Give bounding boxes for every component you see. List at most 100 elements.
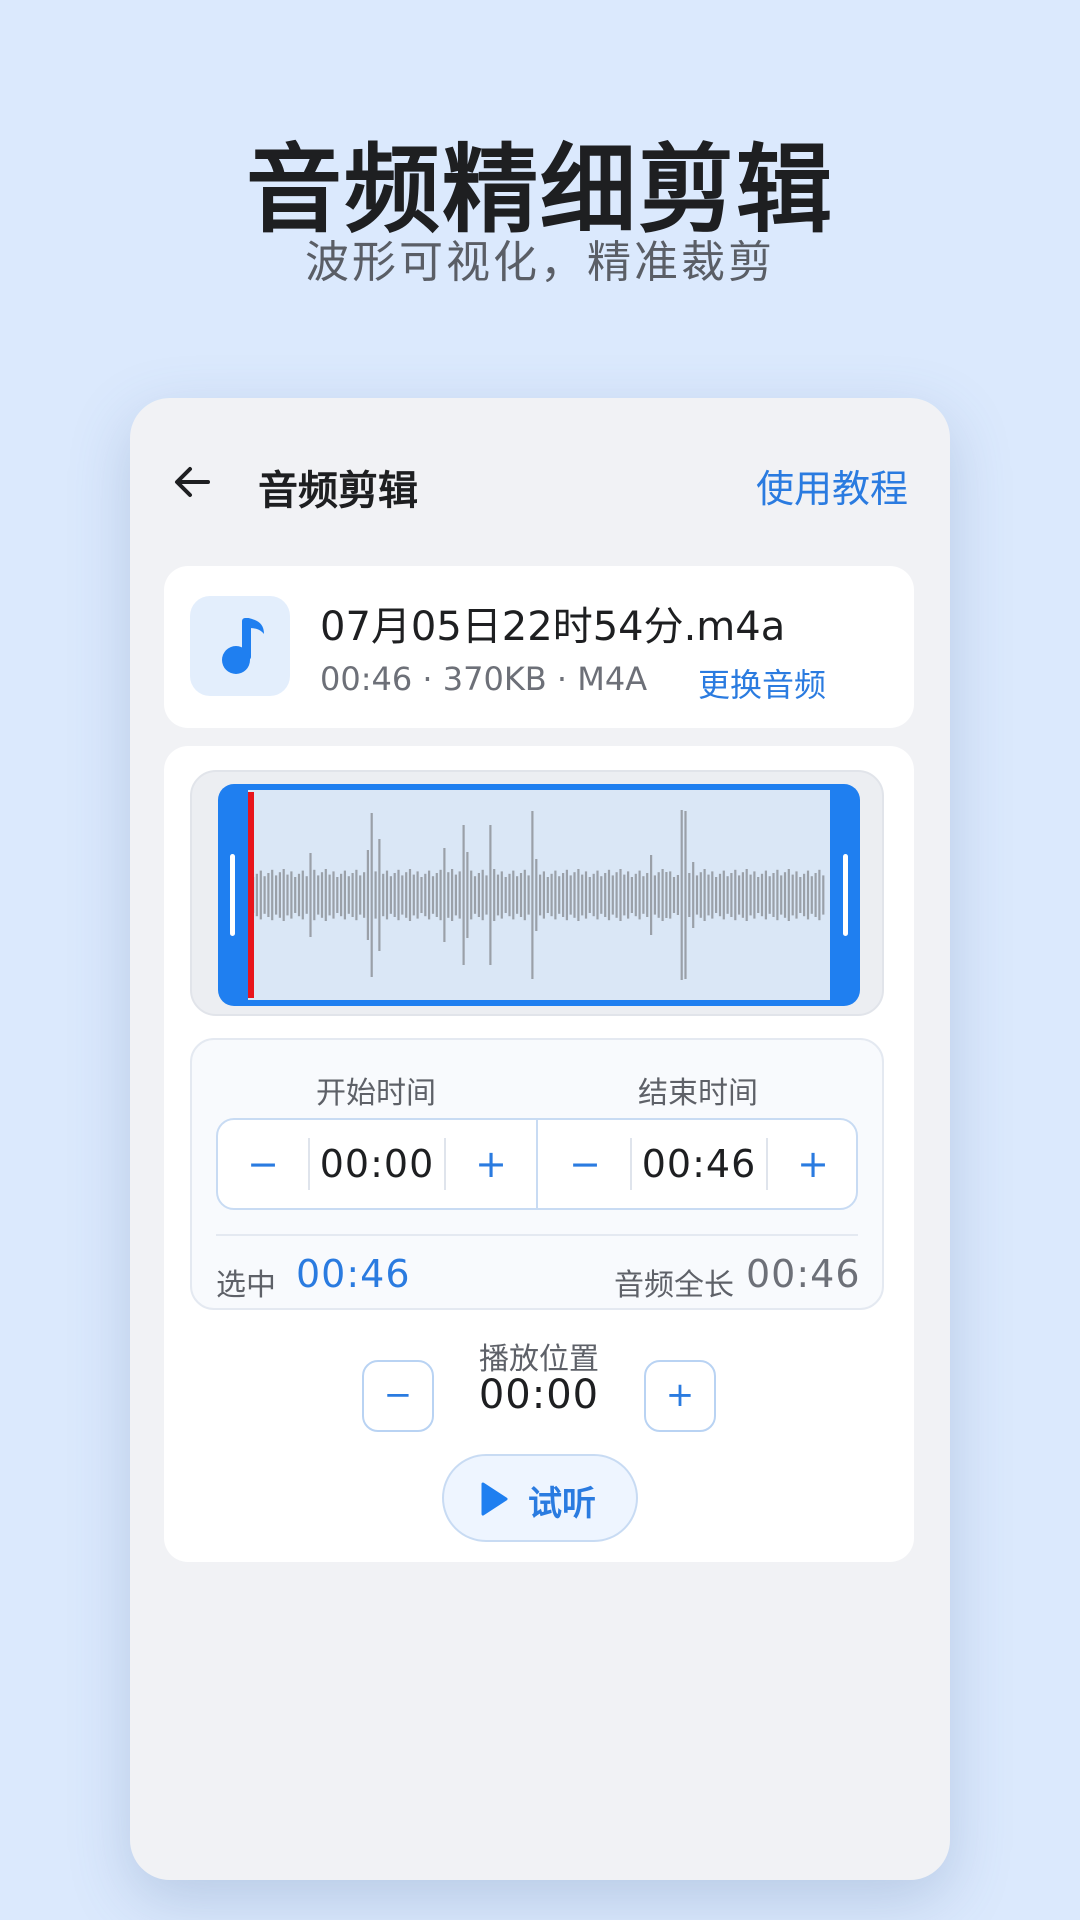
waveform-bar (650, 855, 653, 935)
waveform-bar (799, 877, 802, 913)
waveform-bar (263, 876, 266, 914)
waveform-bar (569, 875, 572, 915)
waveform-bar (493, 869, 496, 921)
stepper-separator (308, 1138, 310, 1190)
waveform-bar (776, 869, 779, 921)
waveform-bar (611, 875, 614, 915)
waveform-bar (787, 869, 790, 921)
file-icon-box (190, 596, 290, 696)
replace-audio-link[interactable]: 更换音频 (698, 660, 826, 706)
waveform-bar (818, 869, 821, 921)
preview-button[interactable]: 试听 (442, 1454, 638, 1542)
end-time-value[interactable]: 00:46 (634, 1120, 764, 1208)
waveform-bar (431, 876, 435, 914)
waveform-bar (764, 870, 767, 920)
arrow-left-icon[interactable] (170, 460, 214, 504)
waveform-bar (424, 873, 427, 917)
start-time-label: 开始时间 (316, 1076, 436, 1111)
waveform-bar (508, 873, 511, 917)
stepper-separator (630, 1138, 632, 1190)
waveform-bar (297, 873, 301, 917)
play-position-plus-button[interactable]: + (644, 1360, 716, 1432)
waveform-bar (707, 874, 710, 916)
waveform-bar (562, 873, 565, 917)
start-minus-button[interactable]: − (218, 1120, 308, 1208)
selection-start-handle[interactable] (230, 854, 235, 936)
playhead[interactable] (248, 792, 254, 998)
waveform-bar (416, 871, 419, 919)
waveform-bar (688, 873, 691, 917)
time-range-panel: 开始时间 结束时间 − 00:00 + − 00:46 + 选中 00:46 音… (190, 1038, 884, 1310)
waveform-bar (496, 874, 500, 916)
waveform-bar (577, 869, 580, 921)
start-time-value[interactable]: 00:00 (312, 1120, 442, 1208)
waveform-bar (810, 876, 813, 914)
waveform-bar (309, 853, 312, 937)
end-time-label: 结束时间 (638, 1076, 758, 1111)
waveform-bar (535, 859, 538, 931)
hero-subtitle: 波形可视化，精准裁剪 (305, 237, 775, 288)
waveform-bar (301, 870, 304, 920)
waveform-bar (680, 810, 683, 980)
waveform-bar (317, 875, 320, 915)
waveform-bar (699, 872, 702, 918)
waveform-bar (397, 869, 400, 921)
waveform (252, 810, 825, 980)
waveform-bar (290, 871, 293, 919)
waveform-bar (749, 874, 752, 916)
waveform-bar (477, 873, 480, 917)
waveform-area[interactable] (248, 790, 830, 1000)
start-plus-button[interactable]: + (446, 1120, 536, 1208)
waveform-bar (355, 869, 358, 921)
waveform-bar (275, 875, 278, 915)
waveform-bar (385, 870, 389, 920)
waveform-bar (741, 872, 744, 918)
waveform-bar (672, 877, 676, 913)
waveform-bar (791, 874, 794, 916)
waveform-bar (374, 871, 377, 919)
waveform-bar (389, 876, 392, 914)
waveform-bar (607, 869, 611, 921)
waveform-bar (481, 869, 484, 921)
file-card: 07月05日22时54分.m4a 00:46 · 370KB · M4A 更换音… (164, 566, 914, 728)
waveform-bar (408, 869, 412, 921)
waveform-bar (447, 872, 450, 918)
waveform-bar (454, 874, 457, 916)
app-bar: 音频剪辑 使用教程 (130, 446, 950, 518)
waveform-bar (596, 870, 599, 920)
waveform-bar (718, 873, 722, 917)
waveform-bar (473, 876, 477, 914)
waveform-bar (554, 870, 557, 920)
waveform-bar (271, 869, 274, 921)
waveform-bar (485, 875, 488, 915)
waveform-bar (412, 874, 415, 916)
waveform-bar (581, 874, 584, 916)
waveform-bar (516, 876, 519, 914)
waveform-bar (745, 869, 748, 921)
waveform-bar (328, 874, 331, 916)
waveform-bar (783, 872, 787, 918)
waveform-bar (428, 870, 431, 920)
end-minus-button[interactable]: − (540, 1120, 630, 1208)
end-plus-button[interactable]: + (768, 1120, 858, 1208)
preview-label: 试听 (528, 1484, 596, 1524)
file-meta: 00:46 · 370KB · M4A (320, 660, 648, 698)
waveform-bar (405, 872, 408, 918)
play-position-minus-button[interactable]: − (362, 1360, 434, 1432)
waveform-bar (726, 876, 729, 914)
waveform-bar (370, 813, 373, 977)
waveform-bar (512, 870, 515, 920)
waveform-selection[interactable] (218, 784, 860, 1006)
waveform-bar (294, 877, 297, 913)
phone-screen: 音频剪辑 使用教程 07月05日22时54分.m4a 00:46 · 370KB… (130, 398, 950, 1880)
waveform-bar (267, 873, 270, 917)
waveform-bar (542, 871, 545, 919)
waveform-bar (519, 873, 523, 917)
total-length-value: 00:46 (746, 1252, 861, 1296)
selection-end-handle[interactable] (843, 854, 848, 936)
waveform-bar (730, 873, 733, 917)
tutorial-link[interactable]: 使用教程 (756, 458, 908, 513)
waveform-bar (669, 871, 672, 919)
waveform-bar (313, 869, 316, 921)
waveform-bar (363, 872, 366, 918)
